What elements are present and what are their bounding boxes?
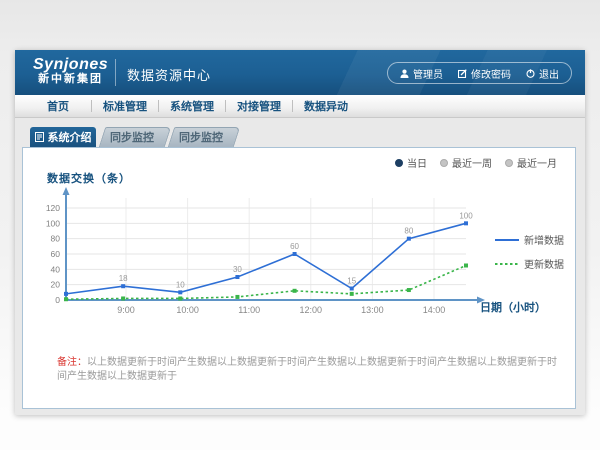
tab-label: 同步监控 bbox=[110, 129, 154, 145]
edit-icon bbox=[458, 69, 467, 78]
svg-text:60: 60 bbox=[51, 249, 61, 259]
svg-text:9:00: 9:00 bbox=[117, 305, 135, 315]
logo-text-cn: 新中新集团 bbox=[33, 73, 108, 86]
nav-item-home[interactable]: 首页 bbox=[25, 98, 91, 114]
svg-text:20: 20 bbox=[51, 280, 61, 290]
svg-text:13:00: 13:00 bbox=[361, 305, 384, 315]
footnote: 备注：以上数据更新于时间产生数据以上数据更新于时间产生数据以上数据更新于时间产生… bbox=[57, 356, 559, 384]
svg-text:11:00: 11:00 bbox=[238, 305, 260, 315]
range-option-today[interactable]: 当日 bbox=[395, 155, 427, 170]
tab-system-intro[interactable]: 系统介绍 bbox=[30, 127, 96, 147]
header-bar: Synjones 新中新集团 数据资源中心 管理员 修改密码 bbox=[15, 50, 585, 95]
nav-item-standard-mgmt[interactable]: 标准管理 bbox=[92, 98, 158, 114]
user-icon bbox=[400, 69, 409, 78]
change-password-label: 修改密码 bbox=[471, 66, 511, 81]
svg-text:15: 15 bbox=[347, 277, 356, 286]
x-axis-title: 日期（小时） bbox=[480, 300, 546, 314]
nav-item-system-mgmt[interactable]: 系统管理 bbox=[159, 98, 225, 114]
tab-label: 系统介绍 bbox=[48, 129, 92, 145]
logout-label: 退出 bbox=[539, 66, 559, 81]
power-icon bbox=[526, 69, 535, 78]
logo-divider bbox=[115, 59, 116, 86]
radio-icon bbox=[440, 159, 448, 167]
user-menu: 管理员 修改密码 退出 bbox=[387, 62, 572, 84]
svg-text:30: 30 bbox=[233, 265, 242, 274]
main-nav: 首页 标准管理 系统管理 对接管理 数据异动 bbox=[15, 95, 585, 118]
app-window: Synjones 新中新集团 数据资源中心 管理员 修改密码 bbox=[15, 50, 585, 415]
chart-legend: 新增数据 更新数据 bbox=[495, 232, 564, 271]
user-name-label: 管理员 bbox=[413, 66, 443, 81]
range-option-label: 最近一周 bbox=[452, 155, 492, 170]
svg-text:40: 40 bbox=[51, 264, 61, 274]
radio-icon bbox=[505, 159, 513, 167]
legend-label: 新增数据 bbox=[524, 232, 564, 247]
svg-text:100: 100 bbox=[46, 218, 60, 228]
footnote-text: 以上数据更新于时间产生数据以上数据更新于时间产生数据以上数据更新于时间产生数据以… bbox=[57, 357, 557, 382]
solid-line-icon bbox=[495, 237, 519, 243]
svg-text:12:00: 12:00 bbox=[300, 305, 323, 315]
range-option-label: 当日 bbox=[407, 155, 427, 170]
legend-item-updated-data: 更新数据 bbox=[495, 256, 564, 271]
logo: Synjones 新中新集团 bbox=[33, 56, 108, 86]
range-option-label: 最近一月 bbox=[517, 155, 557, 170]
content-panel: 当日 最近一周 最近一月 数据交换（条） 9:0010:0011:0012:00… bbox=[22, 147, 576, 409]
footnote-label: 备注： bbox=[57, 357, 87, 368]
document-icon bbox=[35, 132, 44, 142]
tab-sync-monitor-1[interactable]: 同步监控 bbox=[99, 127, 165, 147]
svg-text:0: 0 bbox=[55, 295, 60, 305]
svg-text:10: 10 bbox=[176, 280, 185, 289]
dotted-line-icon bbox=[495, 261, 519, 267]
range-option-last-month[interactable]: 最近一月 bbox=[505, 155, 557, 170]
range-option-last-week[interactable]: 最近一周 bbox=[440, 155, 492, 170]
change-password-button[interactable]: 修改密码 bbox=[458, 66, 511, 81]
svg-text:120: 120 bbox=[46, 203, 60, 213]
legend-item-new-data: 新增数据 bbox=[495, 232, 564, 247]
svg-text:60: 60 bbox=[290, 242, 299, 251]
line-chart: 9:00 10:00 11:00 12:00 13:00 14:00 0 20 40 60 80 10… bbox=[43, 184, 558, 319]
page-title: 数据资源中心 bbox=[127, 65, 211, 84]
svg-text:18: 18 bbox=[119, 274, 128, 283]
tab-bar: 系统介绍 同步监控 同步监控 bbox=[30, 127, 234, 147]
nav-item-interface-mgmt[interactable]: 对接管理 bbox=[226, 98, 292, 114]
svg-text:80: 80 bbox=[404, 227, 413, 236]
svg-text:14:00: 14:00 bbox=[423, 305, 446, 315]
tab-sync-monitor-2[interactable]: 同步监控 bbox=[168, 127, 234, 147]
nav-item-data-change[interactable]: 数据异动 bbox=[293, 98, 359, 114]
logout-button[interactable]: 退出 bbox=[526, 66, 559, 81]
date-range-options: 当日 最近一周 最近一月 bbox=[395, 155, 557, 170]
svg-text:80: 80 bbox=[51, 234, 61, 244]
user-name[interactable]: 管理员 bbox=[400, 66, 443, 81]
legend-label: 更新数据 bbox=[524, 256, 564, 271]
logo-text-en: Synjones bbox=[33, 56, 108, 73]
svg-text:100: 100 bbox=[459, 211, 473, 220]
tab-label: 同步监控 bbox=[179, 129, 223, 145]
svg-text:10:00: 10:00 bbox=[176, 305, 199, 315]
radio-selected-icon bbox=[395, 159, 403, 167]
